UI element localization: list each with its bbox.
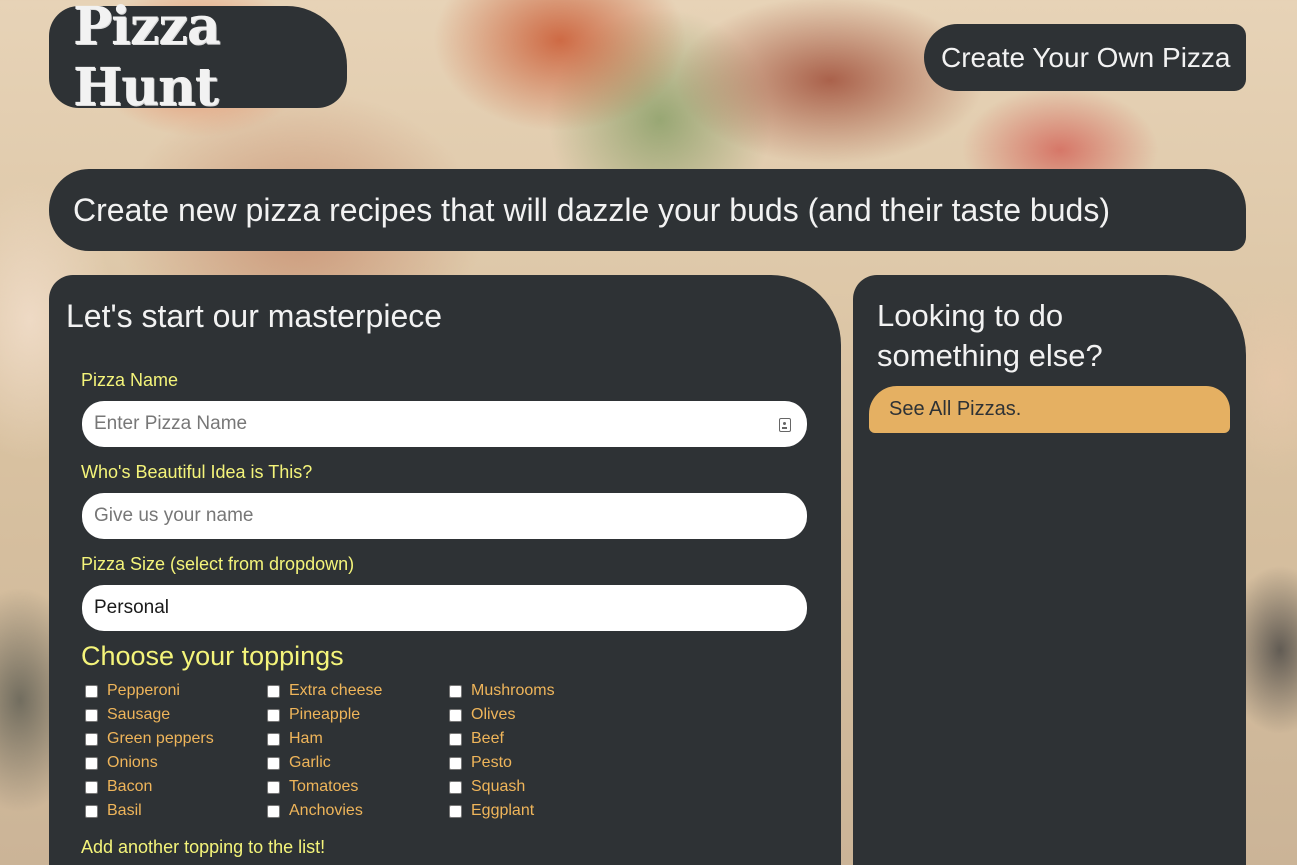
toppings-list: Pepperoni Extra cheese Mushrooms Sausage Pin… xyxy=(84,679,630,823)
topping-option[interactable]: Sausage xyxy=(84,703,266,727)
topping-label: Sausage xyxy=(107,706,171,723)
topping-option[interactable]: Extra cheese xyxy=(266,679,448,703)
creator-name-input[interactable] xyxy=(82,493,807,539)
pizza-size-value: Personal xyxy=(94,597,169,618)
topping-label: Tomatoes xyxy=(289,778,359,795)
topping-option[interactable]: Squash xyxy=(448,775,630,799)
topping-checkbox[interactable] xyxy=(85,804,98,818)
pizza-size-select[interactable]: Personal xyxy=(82,585,807,631)
topping-label: Bacon xyxy=(107,778,153,795)
topping-option[interactable]: Beef xyxy=(448,727,630,751)
topping-checkbox[interactable] xyxy=(449,708,462,722)
topping-label: Olives xyxy=(471,706,516,723)
topping-option[interactable]: Anchovies xyxy=(266,799,448,823)
topping-option[interactable]: Basil xyxy=(84,799,266,823)
topping-label: Eggplant xyxy=(471,802,535,819)
sidebar-panel: Looking to do something else? See All Pi… xyxy=(853,275,1246,865)
sidebar-title: Looking to do something else? xyxy=(877,298,1103,373)
topping-label: Onions xyxy=(107,754,158,771)
autofill-contact-icon[interactable] xyxy=(779,418,791,432)
topping-option[interactable]: Olives xyxy=(448,703,630,727)
pizza-size-label: Pizza Size (select from dropdown) xyxy=(81,554,355,574)
topping-label: Basil xyxy=(107,802,142,819)
topping-checkbox[interactable] xyxy=(267,780,280,794)
create-pizza-button[interactable]: Create Your Own Pizza xyxy=(924,24,1246,91)
brand-logo[interactable]: Pizza Hunt xyxy=(49,0,347,118)
topping-option[interactable]: Ham xyxy=(266,727,448,751)
topping-checkbox[interactable] xyxy=(449,684,462,698)
topping-checkbox[interactable] xyxy=(267,804,280,818)
topping-option[interactable]: Pesto xyxy=(448,751,630,775)
form-title: Let's start our masterpiece xyxy=(66,298,443,334)
topping-label: Garlic xyxy=(289,754,331,771)
topping-checkbox[interactable] xyxy=(267,684,280,698)
topping-option[interactable]: Bacon xyxy=(84,775,266,799)
topping-checkbox[interactable] xyxy=(85,780,98,794)
topping-checkbox[interactable] xyxy=(267,708,280,722)
topping-option[interactable]: Pineapple xyxy=(266,703,448,727)
topping-label: Squash xyxy=(471,778,526,795)
topping-checkbox[interactable] xyxy=(85,684,98,698)
topping-option[interactable]: Onions xyxy=(84,751,266,775)
topping-checkbox[interactable] xyxy=(267,756,280,770)
creator-name-label: Who's Beautiful Idea is This? xyxy=(81,462,313,482)
topping-label: Beef xyxy=(471,730,504,747)
topping-checkbox[interactable] xyxy=(85,732,98,746)
topping-label: Pepperoni xyxy=(107,682,180,699)
pizza-form-panel: Let's start our masterpiece Pizza Name W… xyxy=(49,275,841,865)
topping-option[interactable]: Garlic xyxy=(266,751,448,775)
topping-label: Green peppers xyxy=(107,730,214,747)
see-all-pizzas-button[interactable]: See All Pizzas. xyxy=(869,386,1230,433)
topping-checkbox[interactable] xyxy=(449,780,462,794)
topping-option[interactable]: Mushrooms xyxy=(448,679,630,703)
hero-banner: Create new pizza recipes that will dazzl… xyxy=(49,169,1246,251)
brand-title: Pizza Hunt xyxy=(73,0,221,118)
topping-label: Anchovies xyxy=(289,802,363,819)
topping-label: Pesto xyxy=(471,754,512,771)
topping-checkbox[interactable] xyxy=(449,732,462,746)
topping-checkbox[interactable] xyxy=(85,756,98,770)
topping-option[interactable]: Pepperoni xyxy=(84,679,266,703)
topping-option[interactable]: Green peppers xyxy=(84,727,266,751)
pizza-name-label: Pizza Name xyxy=(81,370,179,390)
pizza-name-input[interactable] xyxy=(82,401,807,447)
topping-label: Extra cheese xyxy=(289,682,383,699)
topping-option[interactable]: Eggplant xyxy=(448,799,630,823)
add-topping-label: Add another topping to the list! xyxy=(81,837,326,857)
topping-option[interactable]: Tomatoes xyxy=(266,775,448,799)
topping-checkbox[interactable] xyxy=(449,804,462,818)
topping-checkbox[interactable] xyxy=(85,708,98,722)
topping-checkbox[interactable] xyxy=(267,732,280,746)
toppings-title: Choose your toppings xyxy=(81,641,344,671)
topping-label: Mushrooms xyxy=(471,682,555,699)
topping-label: Pineapple xyxy=(289,706,361,723)
topping-label: Ham xyxy=(289,730,323,747)
topping-checkbox[interactable] xyxy=(449,756,462,770)
